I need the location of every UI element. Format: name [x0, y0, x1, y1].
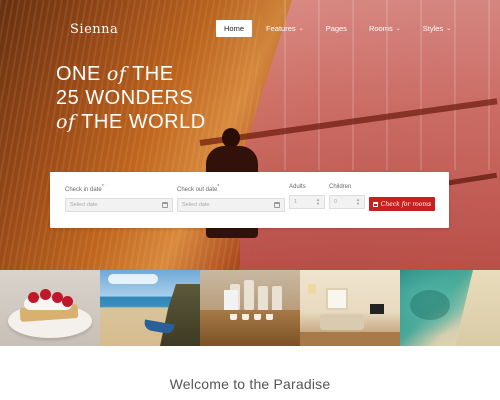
hero-headline: ONE of THE 25 WONDERS of THE WORLD — [56, 62, 206, 134]
headline-line-3: of THE WORLD — [56, 110, 206, 134]
nav-item-rooms[interactable]: Rooms ⌄ — [361, 20, 409, 37]
calendar-icon — [372, 201, 378, 207]
headline-text: THE WORLD — [75, 111, 206, 133]
cup-shape — [242, 314, 249, 320]
nav-item-label: Features — [266, 24, 296, 33]
reef-shape — [410, 290, 450, 320]
main-nav: Home Features ⌄ Pages Rooms ⌄ Styles ⌄ — [216, 20, 465, 37]
photo-gallery — [0, 270, 500, 346]
raspberry-shape — [28, 292, 39, 303]
nav-item-home[interactable]: Home — [216, 20, 253, 37]
welcome-heading: Welcome to the Paradise — [169, 376, 331, 392]
headline-italic: of — [106, 63, 127, 85]
gallery-image-aerial-coast[interactable] — [400, 270, 500, 346]
cup-shape — [230, 314, 237, 320]
nav-item-styles[interactable]: Styles ⌄ — [415, 20, 459, 37]
check-for-rooms-button[interactable]: Check for rooms — [369, 197, 435, 211]
nav-item-label: Rooms — [368, 24, 393, 33]
gallery-image-cafe[interactable] — [200, 270, 300, 346]
adults-field: Adults 1 ▲ ▼ — [289, 184, 325, 209]
check-in-label: Check in date* — [65, 184, 104, 193]
gallery-image-beach[interactable] — [100, 270, 200, 346]
stepper-arrows-icon[interactable]: ▲ ▼ — [316, 198, 320, 206]
shore-shape — [455, 270, 500, 346]
adults-label: Adults — [289, 184, 306, 190]
check-out-placeholder: Select date — [182, 202, 210, 208]
check-out-label: Check out date* — [177, 184, 220, 193]
children-field: Children 0 ▲ ▼ — [329, 184, 365, 209]
children-stepper[interactable]: 0 ▲ ▼ — [329, 195, 365, 209]
children-label: Children — [329, 184, 352, 190]
chevron-down-icon: ⌄ — [298, 26, 304, 32]
calendar-icon — [162, 202, 168, 208]
lamp-shape — [308, 284, 316, 294]
jar-shape — [258, 286, 268, 312]
chevron-down-icon: ⌄ — [446, 26, 452, 32]
calendar-icon — [274, 202, 280, 208]
check-in-input[interactable]: Select date — [65, 198, 173, 212]
headline-italic: of — [56, 111, 76, 133]
sofa-shape — [320, 314, 364, 330]
tv-shape — [370, 304, 384, 314]
adults-stepper[interactable]: 1 ▲ ▼ — [289, 195, 325, 209]
floor-shape — [300, 332, 400, 346]
raspberry-shape — [62, 296, 73, 307]
cliff-shape — [160, 284, 200, 346]
headline-line-1: ONE of THE — [56, 62, 206, 86]
raspberry-shape — [40, 289, 51, 300]
adults-value: 1 — [294, 199, 298, 205]
jar-shape — [272, 286, 282, 312]
window-shape — [326, 288, 348, 310]
nav-item-label: Home — [224, 24, 245, 33]
chevron-down-icon: ⌄ — [395, 26, 401, 32]
headline-line-2: 25 WONDERS — [56, 87, 194, 109]
nav-item-label: Pages — [325, 24, 347, 33]
counter-shape — [200, 310, 300, 346]
jar-shape — [244, 280, 254, 310]
silhouette-head — [222, 128, 240, 148]
nav-item-label: Styles — [422, 24, 444, 33]
check-in-field: Check in date* Select date — [65, 184, 173, 212]
children-value: 0 — [334, 199, 338, 205]
check-in-placeholder: Select date — [70, 202, 98, 208]
check-for-rooms-label: Check for rooms — [380, 200, 432, 208]
box-shape — [224, 290, 238, 310]
headline-text: THE — [126, 63, 174, 85]
headline-text: ONE — [56, 63, 107, 85]
gallery-image-room[interactable] — [300, 270, 400, 346]
cup-shape — [254, 314, 261, 320]
cloud-shape — [108, 274, 158, 284]
nav-item-features[interactable]: Features ⌄ — [258, 20, 312, 37]
cup-shape — [266, 314, 273, 320]
hero-banner — [0, 0, 500, 270]
check-out-input[interactable]: Select date — [177, 198, 285, 212]
gallery-image-dessert[interactable] — [0, 270, 100, 346]
site-logo[interactable]: Sienna — [70, 22, 118, 37]
stepper-arrows-icon[interactable]: ▲ ▼ — [356, 198, 360, 206]
nav-item-pages[interactable]: Pages — [318, 20, 355, 37]
check-out-field: Check out date* Select date — [177, 184, 285, 212]
